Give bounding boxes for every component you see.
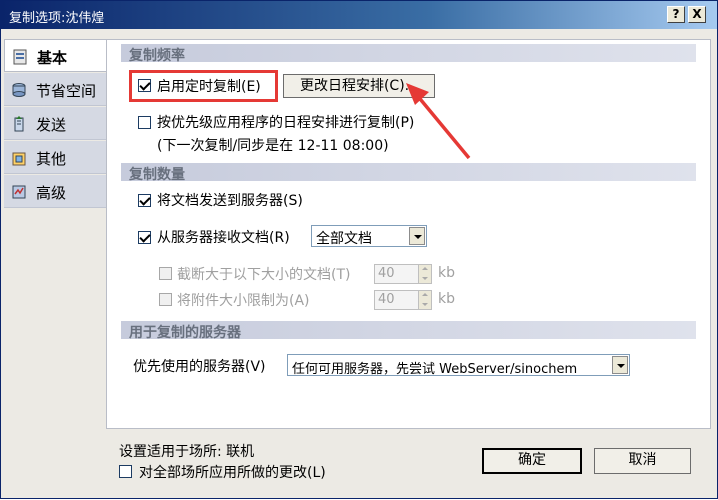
annotation-arrow-icon	[406, 83, 471, 160]
replication-options-dialog: 复制选项:沈伟煌 ? X 基本 节省空间 发送 其他 高级 复制频率 启用定时复	[0, 0, 718, 499]
